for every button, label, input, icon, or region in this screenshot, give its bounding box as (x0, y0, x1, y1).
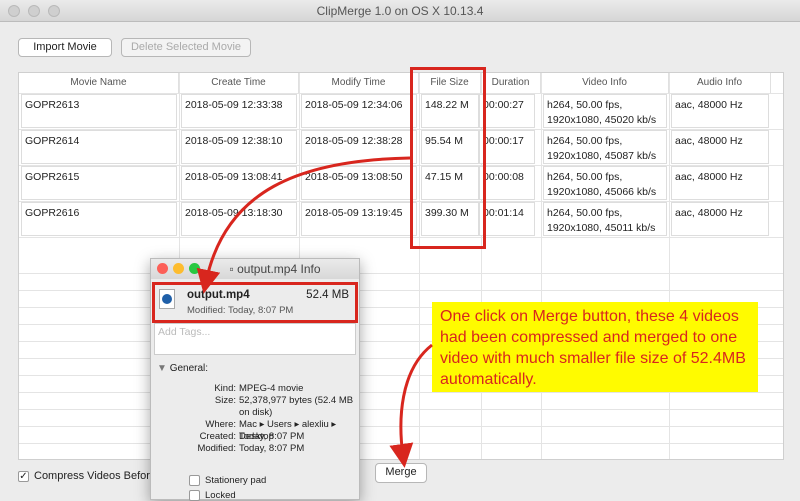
arrow-to-info (196, 156, 411, 294)
arrow-to-merge (389, 343, 433, 468)
annotation-arrows (196, 156, 433, 468)
